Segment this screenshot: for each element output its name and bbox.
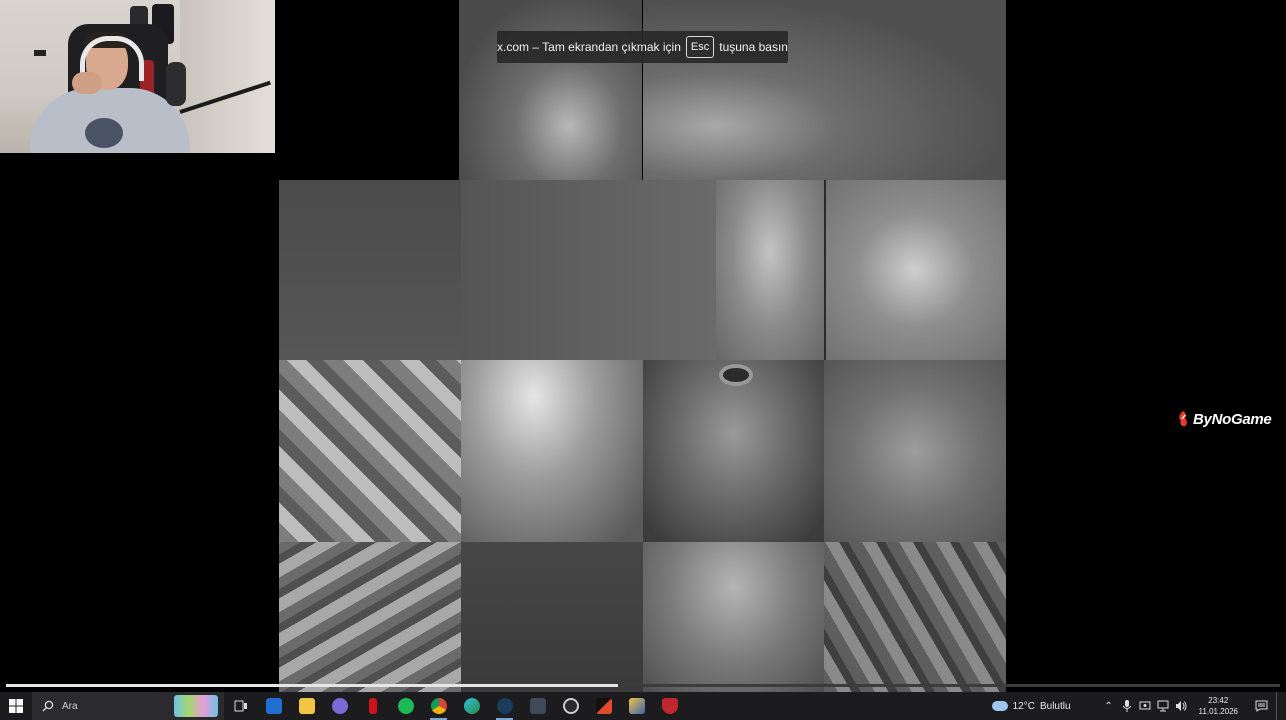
task-view-icon xyxy=(234,700,247,712)
brand-name: ByNoGame xyxy=(1193,410,1272,428)
folder-icon xyxy=(298,698,315,714)
chrome-app[interactable] xyxy=(422,692,455,720)
edge-icon xyxy=(463,698,480,714)
outlook-icon xyxy=(265,698,282,714)
discord-app[interactable] xyxy=(323,692,356,720)
fullscreen-video-stage[interactable]: x.com – Tam ekrandan çıkmak için Esc tuş… xyxy=(0,0,1286,692)
puzzle-tile xyxy=(643,360,824,542)
puzzle-tile xyxy=(643,0,1006,180)
webcam-overlay xyxy=(0,0,275,153)
puzzle-tile xyxy=(824,542,1006,692)
taskbar-search-box[interactable]: Ara xyxy=(32,692,224,720)
edge-app[interactable] xyxy=(455,692,488,720)
puzzle-tile xyxy=(279,180,461,360)
media-app[interactable] xyxy=(587,692,620,720)
puzzle-tile xyxy=(279,360,461,542)
shield-icon xyxy=(661,698,678,714)
steam-app[interactable] xyxy=(488,692,521,720)
windows-taskbar: Ara 12°C Bulutlu ⌃ 23:42 11.01.2026 xyxy=(0,692,1286,720)
chevron-up-icon[interactable]: ⌃ xyxy=(1103,700,1115,712)
chrome-icon xyxy=(430,698,447,714)
notice-prefix: x.com – Tam ekrandan çıkmak için xyxy=(497,40,681,54)
show-desktop-button[interactable] xyxy=(1276,692,1282,720)
game-launcher-icon xyxy=(529,698,546,714)
network-icon[interactable] xyxy=(1157,700,1169,712)
weather-condition: Bulutlu xyxy=(1039,700,1071,712)
system-tray: 12°C Bulutlu ⌃ 23:42 11.01.2026 xyxy=(991,692,1286,720)
puzzle-tile xyxy=(643,542,824,692)
media-app-icon xyxy=(595,698,612,714)
racing-icon xyxy=(562,698,579,714)
weather-widget[interactable]: 12°C Bulutlu xyxy=(991,700,1071,712)
video-progress-fill xyxy=(6,684,618,687)
notification-center-button[interactable] xyxy=(1252,692,1270,720)
windows-logo-icon xyxy=(9,699,23,713)
bynogame-logo-icon xyxy=(1179,411,1187,427)
weather-temp: 12°C xyxy=(1012,700,1035,712)
winrar-icon xyxy=(628,698,645,714)
search-highlight-image xyxy=(174,695,218,717)
video-frame[interactable] xyxy=(279,0,1006,692)
microphone-icon[interactable] xyxy=(1121,700,1133,712)
esc-key-hint: Esc xyxy=(685,36,715,58)
video-progress-bar[interactable] xyxy=(6,684,1280,687)
red-app[interactable] xyxy=(356,692,389,720)
puzzle-tile xyxy=(824,180,1006,360)
file-explorer-app[interactable] xyxy=(290,692,323,720)
fullscreen-exit-notice: x.com – Tam ekrandan çıkmak için Esc tuş… xyxy=(497,31,788,63)
notice-suffix: tuşuna basın xyxy=(719,40,788,54)
taskbar-clock[interactable]: 23:42 11.01.2026 xyxy=(1199,695,1238,717)
start-button[interactable] xyxy=(0,692,32,720)
red-app-icon xyxy=(368,698,377,714)
puzzle-tile xyxy=(461,180,716,360)
volume-icon[interactable] xyxy=(1175,700,1187,712)
puzzle-tile xyxy=(279,542,461,692)
cloud-icon xyxy=(991,701,1008,711)
outlook-app[interactable] xyxy=(257,692,290,720)
device-icon[interactable] xyxy=(1139,700,1151,712)
search-placeholder: Ara xyxy=(62,700,78,712)
brand-watermark: ByNoGame xyxy=(1176,410,1272,428)
notification-icon xyxy=(1255,700,1267,712)
search-icon xyxy=(42,700,54,712)
clock-time: 23:42 xyxy=(1208,696,1229,705)
puzzle-tile xyxy=(461,542,643,692)
clock-date: 11.01.2026 xyxy=(1198,707,1238,716)
spotify-icon xyxy=(397,698,414,714)
puzzle-tile xyxy=(461,360,643,542)
taskbar-apps xyxy=(224,692,686,720)
puzzle-tile xyxy=(716,180,824,360)
spotify-app[interactable] xyxy=(389,692,422,720)
puzzle-tile xyxy=(459,0,642,180)
steam-icon xyxy=(496,698,513,714)
game-launcher-app[interactable] xyxy=(521,692,554,720)
task-view-button[interactable] xyxy=(224,692,257,720)
racing-app[interactable] xyxy=(554,692,587,720)
discord-icon xyxy=(331,698,348,714)
antivirus-app[interactable] xyxy=(653,692,686,720)
puzzle-tile xyxy=(824,360,1006,542)
winrar-app[interactable] xyxy=(620,692,653,720)
